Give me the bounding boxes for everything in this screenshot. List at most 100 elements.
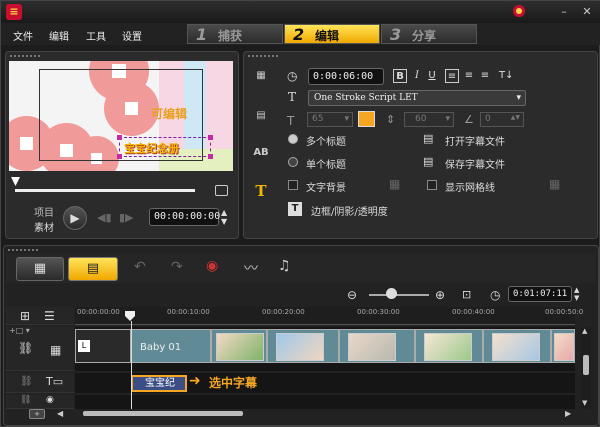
- align-left-icon[interactable]: ≡: [445, 69, 459, 83]
- clip-mode-label[interactable]: 素材: [34, 219, 54, 234]
- align-right-icon[interactable]: ≡: [478, 69, 492, 83]
- add-track-button[interactable]: +: [29, 409, 45, 419]
- vertical-scrollbar[interactable]: ▲ ▼: [581, 327, 591, 409]
- save-subtitle-button[interactable]: 保存字幕文件: [445, 156, 505, 171]
- tab-share[interactable]: 3 分享: [381, 24, 477, 44]
- align-center-icon[interactable]: ≡: [462, 69, 476, 83]
- video-track[interactable]: L Baby 01: [75, 327, 575, 371]
- single-title-label: 单个标题: [306, 160, 346, 171]
- add-track-icon[interactable]: +□ ▾: [9, 326, 30, 335]
- open-subtitle-button[interactable]: 打开字幕文件: [445, 133, 505, 148]
- title-bar: ≡ – ✕: [1, 1, 600, 23]
- vertical-scroll-thumb[interactable]: [583, 355, 589, 375]
- project-mode-label[interactable]: 项目: [34, 204, 54, 219]
- zoom-in-icon[interactable]: ⊕: [435, 288, 445, 302]
- bold-button[interactable]: B: [393, 69, 407, 83]
- font-color-swatch[interactable]: [358, 111, 375, 127]
- resize-handle[interactable]: [208, 154, 213, 159]
- open-subtitle-icon[interactable]: ▤: [423, 132, 433, 145]
- text-bg-checkbox[interactable]: [288, 180, 298, 190]
- timeline-view-icon[interactable]: ▤: [68, 257, 118, 281]
- video-clip[interactable]: L: [75, 329, 131, 363]
- text-ab-icon[interactable]: AB: [249, 143, 273, 163]
- font-select[interactable]: One Stroke Script LET ▾: [308, 90, 526, 106]
- video-clip[interactable]: Baby 01: [131, 329, 211, 363]
- minimize-button[interactable]: –: [555, 4, 573, 20]
- timeline-toolbar: ▦ ▤ ↶ ↷ ◉ 〰 ♫: [6, 253, 596, 283]
- duration-clock-icon: ◷: [287, 69, 298, 83]
- track-manager-icon[interactable]: ⊞: [20, 309, 30, 323]
- voice-track[interactable]: [75, 395, 575, 409]
- ruler-tick-label: 00:00:20:00: [262, 308, 305, 316]
- play-button[interactable]: ▶: [63, 206, 87, 230]
- info-icon[interactable]: [510, 4, 528, 20]
- show-grid-checkbox[interactable]: [427, 180, 437, 190]
- title-selection-box[interactable]: 宝宝纪念册: [117, 135, 213, 159]
- title-tool-icon[interactable]: T: [249, 181, 273, 201]
- border-shadow-button[interactable]: 边框/阴影/透明度: [311, 203, 388, 218]
- project-duration-field: 0:01:07:11: [508, 286, 572, 302]
- redo-icon[interactable]: ↷: [171, 259, 183, 275]
- video-clip[interactable]: [551, 329, 575, 363]
- prev-frame-icon[interactable]: ◀▮: [97, 211, 112, 224]
- border-shadow-icon[interactable]: T: [288, 202, 302, 216]
- storyboard-view-icon[interactable]: ▦: [16, 257, 64, 281]
- angle-field[interactable]: 0 ▲▼: [480, 112, 524, 127]
- timecode-stepper-icon[interactable]: ▲ ▼: [221, 208, 227, 226]
- underline-button[interactable]: U: [425, 69, 439, 83]
- auto-music-icon[interactable]: ♫: [278, 258, 291, 274]
- close-button[interactable]: ✕: [578, 4, 596, 20]
- single-title-radio[interactable]: [288, 157, 298, 167]
- tab-edit[interactable]: 2 编辑: [284, 24, 380, 44]
- preview-window[interactable]: 可编辑 宝宝纪念册: [9, 61, 233, 171]
- timecode-field[interactable]: 00:00:00:00: [149, 208, 220, 226]
- save-subtitle-icon[interactable]: ▤: [423, 155, 433, 168]
- grid-settings-icon[interactable]: ▦: [549, 177, 560, 191]
- tab-capture-label: 捕获: [218, 29, 243, 43]
- playhead-marker-icon[interactable]: [125, 311, 135, 321]
- scrub-bar[interactable]: [15, 189, 195, 192]
- line-spacing-select[interactable]: 60 ▾: [404, 112, 454, 127]
- timeline-ruler[interactable]: 00:00:00:00 00:00:10:00 00:00:20:00 00:0…: [75, 307, 583, 325]
- title-track-icon: T▭: [46, 375, 64, 388]
- menu-edit[interactable]: 编辑: [49, 28, 69, 43]
- vertical-text-icon[interactable]: T↓: [499, 69, 514, 83]
- resize-handle[interactable]: [208, 135, 213, 140]
- title-clip[interactable]: 宝宝纪: [131, 375, 187, 392]
- horizontal-scroll-thumb[interactable]: [83, 411, 243, 416]
- menu-file[interactable]: 文件: [13, 28, 33, 43]
- font-size-select[interactable]: 65 ▾: [307, 112, 353, 127]
- zoom-slider-thumb[interactable]: [386, 288, 397, 299]
- video-clip[interactable]: [415, 329, 483, 363]
- fit-project-icon[interactable]: ⊡: [462, 288, 471, 301]
- resize-handle[interactable]: [117, 154, 122, 159]
- italic-button[interactable]: I: [410, 69, 424, 83]
- zoom-slider[interactable]: [369, 294, 429, 296]
- video-icon[interactable]: ▦: [249, 66, 273, 86]
- scroll-left-icon[interactable]: ◀: [57, 409, 63, 418]
- video-clip[interactable]: [267, 329, 339, 363]
- chapter-list-icon[interactable]: ☰: [44, 309, 55, 323]
- next-frame-icon[interactable]: ▮▶: [119, 211, 134, 224]
- menu-settings[interactable]: 设置: [122, 28, 142, 43]
- scroll-up-icon[interactable]: ▲: [582, 327, 587, 335]
- multi-title-radio[interactable]: [288, 134, 298, 144]
- video-clip[interactable]: [211, 329, 267, 363]
- undo-icon[interactable]: ↶: [134, 259, 146, 275]
- resize-handle[interactable]: [117, 135, 122, 140]
- audio-mixer-icon[interactable]: 〰: [244, 258, 258, 278]
- enlarge-preview-icon[interactable]: [215, 185, 228, 196]
- record-capture-icon[interactable]: ◉: [206, 258, 218, 274]
- title-track[interactable]: 宝宝纪 ➜ 选中字幕: [75, 373, 575, 393]
- scroll-down-icon[interactable]: ▼: [582, 399, 587, 407]
- text-bg-settings-icon[interactable]: ▦: [389, 177, 400, 191]
- duration-field[interactable]: 0:00:06:00: [308, 68, 384, 85]
- menu-tools[interactable]: 工具: [86, 28, 106, 43]
- tab-capture[interactable]: 1 捕获: [187, 24, 283, 44]
- video-clip[interactable]: [483, 329, 551, 363]
- duration-stepper-icon[interactable]: ▲ ▼: [574, 286, 579, 302]
- zoom-out-icon[interactable]: ⊖: [347, 288, 357, 302]
- scroll-right-icon[interactable]: ▶: [565, 409, 571, 418]
- transition-icon[interactable]: ▤: [249, 106, 273, 126]
- video-clip[interactable]: [339, 329, 415, 363]
